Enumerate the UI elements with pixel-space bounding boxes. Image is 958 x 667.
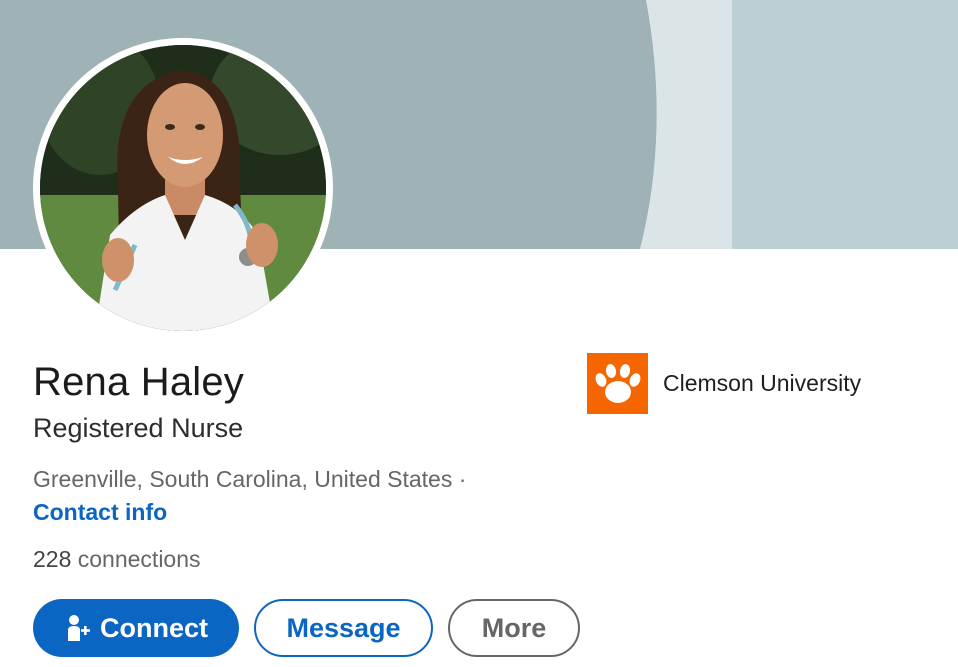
connections-number: 228 xyxy=(33,546,72,572)
education-school-name: Clemson University xyxy=(663,370,862,396)
profile-headline: Registered Nurse xyxy=(33,413,244,443)
profile-name: Rena Haley xyxy=(33,360,245,404)
message-label: Message xyxy=(286,612,401,643)
paw-print-icon xyxy=(587,353,648,414)
more-label: More xyxy=(481,612,547,643)
connect-button[interactable]: Connect xyxy=(33,599,239,657)
connections-count[interactable]: 228 connections xyxy=(33,546,201,573)
add-person-icon xyxy=(64,614,92,642)
profile-photo-image xyxy=(40,45,326,331)
connect-label: Connect xyxy=(100,612,208,643)
profile-photo[interactable] xyxy=(33,38,333,338)
connections-label: connections xyxy=(77,546,201,572)
contact-info-link[interactable]: Contact info xyxy=(33,499,167,526)
education-link[interactable]: Clemson University xyxy=(587,353,861,414)
message-button[interactable]: Message xyxy=(254,599,433,657)
more-button[interactable]: More xyxy=(448,599,580,657)
profile-location: Greenville, South Carolina, United State… xyxy=(33,466,467,492)
